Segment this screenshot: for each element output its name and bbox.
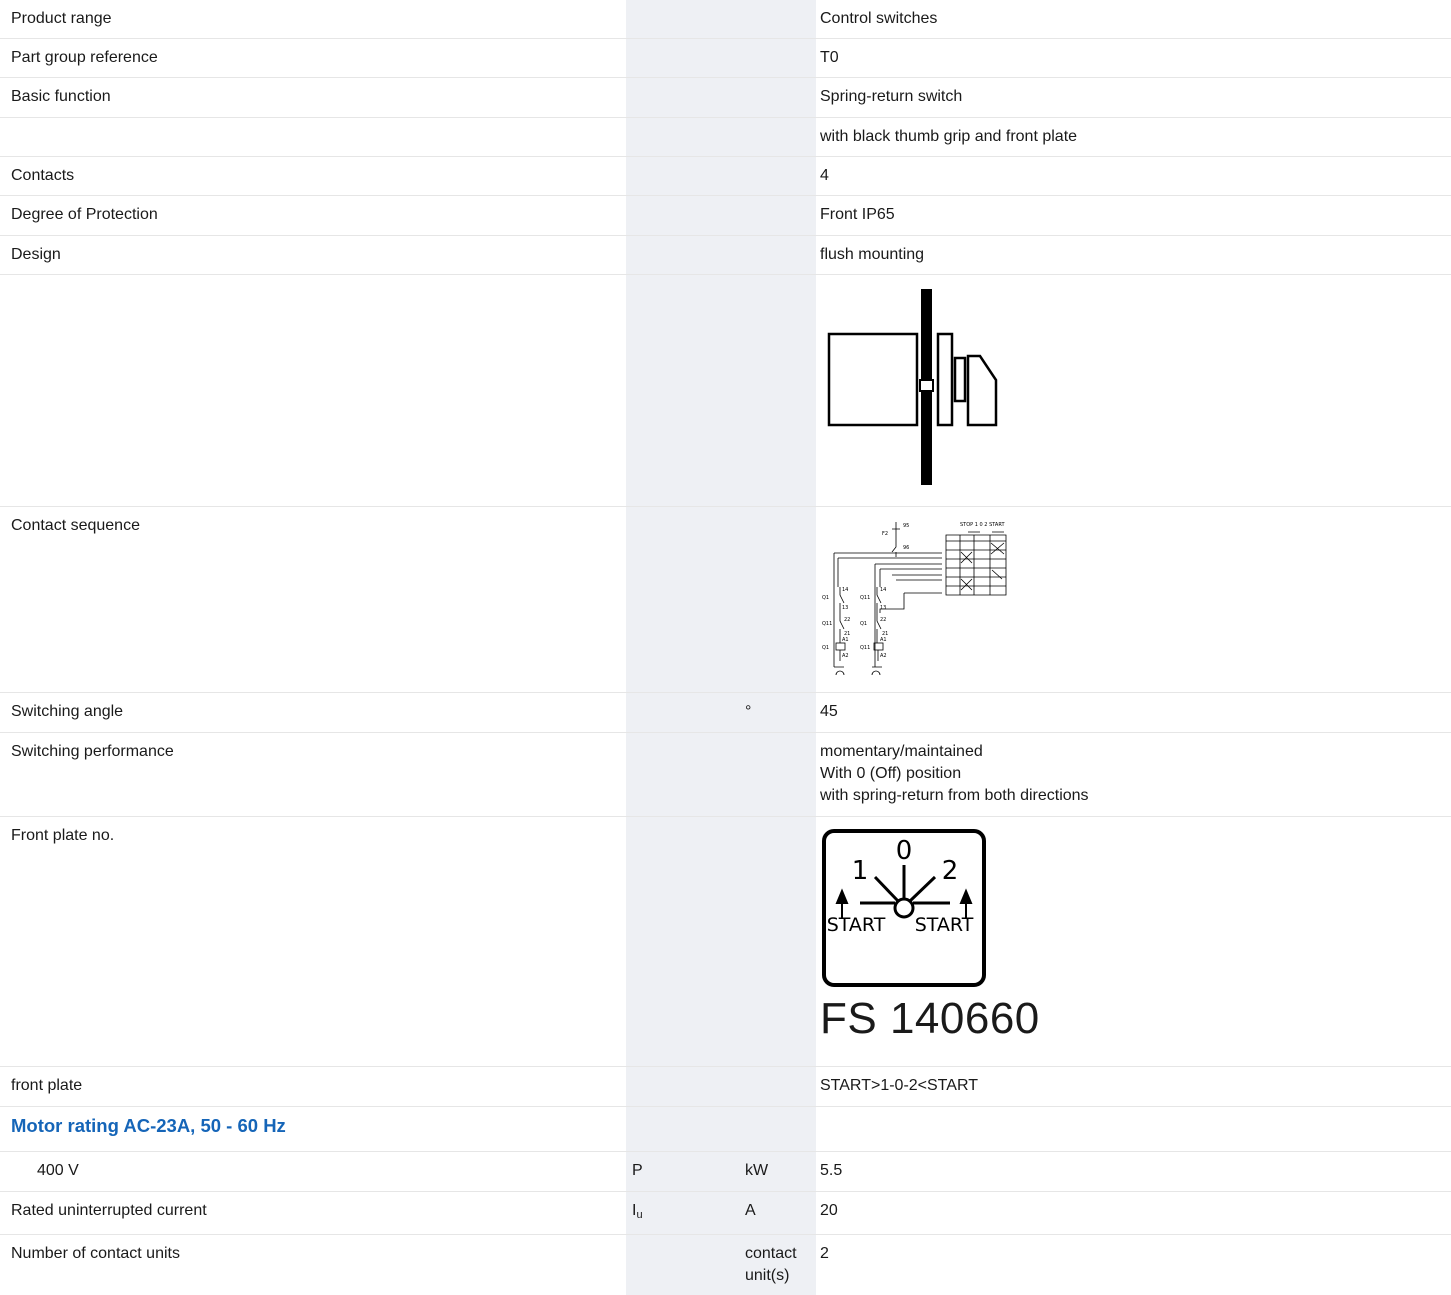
row-value: with black thumb grip and front plate — [820, 128, 1078, 145]
table-row: front plate START>1-0-2<START — [0, 1067, 1451, 1107]
table-row: Switching performance momentary/maintain… — [0, 733, 1451, 817]
svg-text:22: 22 — [844, 617, 850, 623]
row-label: 400 V — [37, 1162, 79, 1179]
spec-table: Product range Control switches Part grou… — [0, 0, 1451, 1295]
row-label: Switching performance — [11, 743, 174, 760]
table-row: Contacts 4 — [0, 157, 1451, 196]
svg-text:Q11: Q11 — [822, 621, 832, 627]
table-row: Rated uninterrupted current Iu A 20 — [0, 1192, 1451, 1235]
table-row: with black thumb grip and front plate — [0, 118, 1451, 157]
row-value: T0 — [820, 49, 839, 66]
front-plate-code: FS 140660 — [820, 994, 1040, 1043]
switch-side-view-drawing — [827, 289, 998, 485]
table-row: Number of contact units contact unit(s) … — [0, 1235, 1451, 1295]
row-value: Spring-return switch — [820, 88, 963, 105]
svg-text:13: 13 — [880, 605, 886, 611]
table-row: Product range Control switches — [0, 0, 1451, 39]
svg-text:A1: A1 — [880, 637, 887, 643]
table-row: 400 V P kW 5.5 — [0, 1152, 1451, 1192]
row-label: Design — [11, 246, 61, 263]
row-label: Contacts — [11, 167, 75, 184]
value-line: with spring-return from both directions — [820, 787, 1089, 804]
row-label — [0, 118, 626, 156]
svg-text:Q11: Q11 — [860, 595, 870, 601]
row-value: 2 — [820, 1245, 829, 1262]
row-unit: kW — [745, 1162, 769, 1179]
svg-text:Q11: Q11 — [860, 645, 870, 651]
svg-text:F2: F2 — [882, 531, 888, 537]
table-row: Contact sequence 95 F2 96 STOP 1 0 2 STA… — [0, 507, 1451, 693]
section-heading-row: Motor rating AC-23A, 50 - 60 Hz — [0, 1107, 1451, 1152]
row-label: Part group reference — [11, 49, 158, 66]
row-label: Degree of Protection — [11, 206, 158, 223]
section-heading: Motor rating AC-23A, 50 - 60 Hz — [11, 1115, 286, 1136]
row-label: Number of contact units — [11, 1245, 180, 1262]
table-row: Design flush mounting — [0, 236, 1451, 275]
contact-sequence-wiring-diagram: 95 F2 96 STOP 1 0 2 START Q1 Q11 14 14 1… — [822, 522, 1007, 676]
row-unit: A — [745, 1202, 756, 1219]
row-value: Front IP65 — [820, 206, 895, 223]
plate-start-right-label: START — [915, 914, 974, 936]
row-label: Switching angle — [11, 703, 124, 720]
row-value: Control switches — [820, 10, 938, 27]
svg-text:Q1: Q1 — [822, 595, 829, 601]
row-label: front plate — [11, 1077, 83, 1094]
value-line: With 0 (Off) position — [820, 765, 962, 782]
row-value: 5.5 — [820, 1162, 843, 1179]
table-row — [0, 275, 1451, 507]
svg-text:96: 96 — [903, 545, 909, 551]
svg-text:22: 22 — [880, 617, 886, 623]
svg-text:13: 13 — [842, 605, 848, 611]
row-label: Contact sequence — [11, 517, 140, 534]
svg-text:A2: A2 — [842, 653, 849, 659]
svg-text:Q1: Q1 — [860, 621, 867, 627]
symbol-subscript: u — [636, 1209, 643, 1221]
row-value-multiline: momentary/maintained With 0 (Off) positi… — [816, 733, 1451, 816]
row-label: Front plate no. — [11, 827, 115, 844]
row-label: Product range — [11, 10, 112, 27]
table-row: Degree of Protection Front IP65 — [0, 196, 1451, 236]
plate-one-label: 1 — [852, 856, 869, 886]
svg-text:Q1: Q1 — [822, 645, 829, 651]
row-symbol: Iu — [626, 1192, 739, 1234]
plate-zero-label: 0 — [896, 836, 913, 866]
table-row: Part group reference T0 — [0, 39, 1451, 78]
row-value: 20 — [820, 1202, 838, 1219]
plate-start-left-label: START — [827, 914, 886, 936]
svg-text:A1: A1 — [842, 637, 849, 643]
svg-text:14: 14 — [842, 587, 848, 593]
svg-text:A2: A2 — [880, 653, 887, 659]
table-row: Switching angle ° 45 — [0, 693, 1451, 733]
svg-text:STOP 1 0 2 START: STOP 1 0 2 START — [960, 522, 1005, 528]
row-unit: ° — [745, 703, 752, 720]
value-line: momentary/maintained — [820, 743, 983, 760]
row-unit: contact unit(s) — [745, 1245, 797, 1284]
row-label: Basic function — [11, 88, 111, 105]
row-value: START>1-0-2<START — [820, 1077, 978, 1094]
row-value: 45 — [820, 703, 838, 720]
row-value: 4 — [820, 167, 829, 184]
svg-text:14: 14 — [880, 587, 886, 593]
row-label: Rated uninterrupted current — [11, 1202, 207, 1219]
table-row: Basic function Spring-return switch — [0, 78, 1451, 118]
row-value: flush mounting — [820, 246, 925, 263]
svg-text:95: 95 — [903, 523, 909, 529]
table-row: Front plate no. 0 1 2 START START FS 140… — [0, 817, 1451, 1067]
row-symbol: P — [632, 1162, 643, 1179]
front-plate-drawing: 0 1 2 START START — [822, 829, 986, 987]
plate-two-label: 2 — [942, 856, 959, 886]
